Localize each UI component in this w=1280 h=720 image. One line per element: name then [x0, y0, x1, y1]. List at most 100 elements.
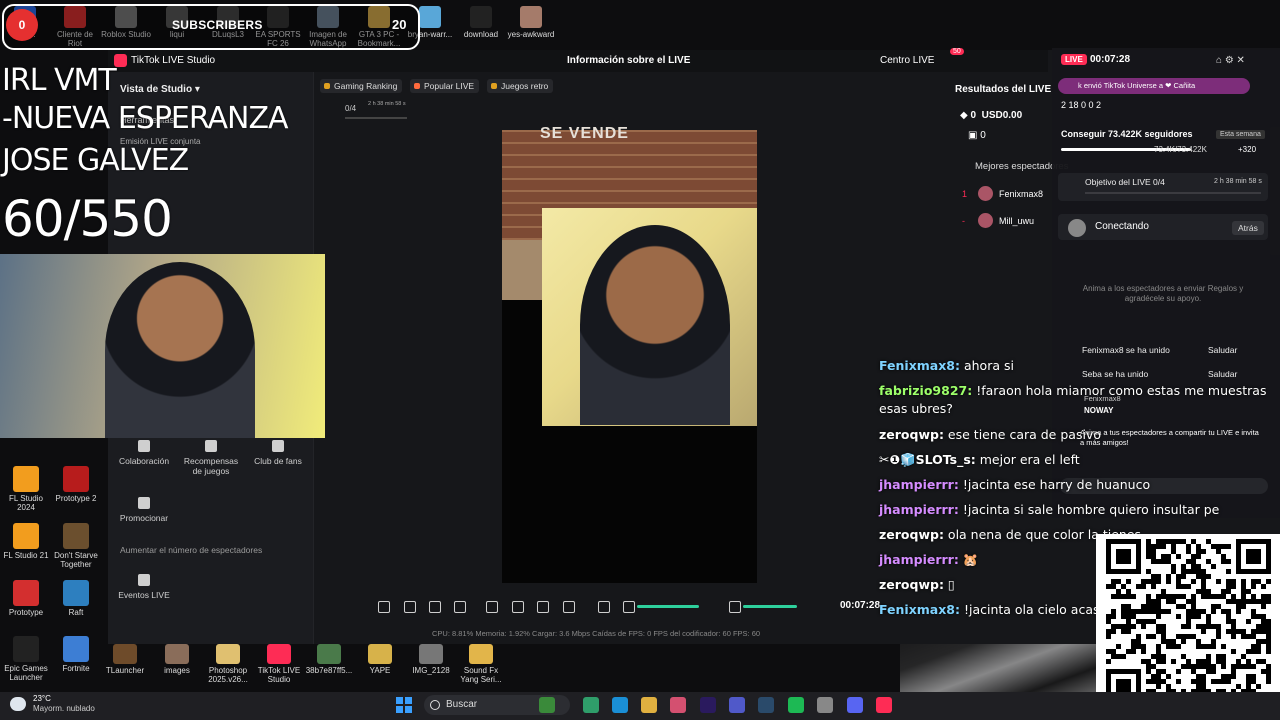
- gift-invite-text: Anima a los espectadores a enviar Regalo…: [1082, 284, 1244, 303]
- chat-username: jhampierrr:: [879, 477, 959, 492]
- desktop-icon[interactable]: Prototype 2: [50, 462, 102, 503]
- earnings: ◆ 0 USD0.00: [960, 110, 1022, 121]
- tab-1[interactable]: Popular LIVE: [410, 79, 480, 93]
- desktop-icon-label: Sound Fx Yang Seri...: [460, 666, 502, 684]
- tab-icon: [414, 83, 420, 89]
- goal-bar-small: [345, 117, 407, 119]
- viewer-name[interactable]: Fenixmax8: [999, 189, 1043, 199]
- performance-stats: CPU: 8.81% Memoria: 1.92% Cargar: 3.6 Mb…: [432, 629, 761, 638]
- gift-icon: ▣: [968, 130, 981, 141]
- noway-message: NOWAY: [1084, 406, 1114, 415]
- live-info-header[interactable]: Información sobre el LIVE: [567, 55, 690, 66]
- windows-start-icon[interactable]: [396, 697, 412, 713]
- tab-2[interactable]: Juegos retro: [487, 79, 554, 93]
- desktop-icon[interactable]: IMG_2128: [404, 640, 458, 675]
- zero-diamonds: 0: [970, 110, 977, 121]
- weather-desc[interactable]: Mayorm. nublado: [33, 704, 95, 713]
- desktop-icon[interactable]: Raft: [50, 576, 102, 617]
- control-icon[interactable]: [454, 601, 466, 613]
- weather-temp[interactable]: 23°C: [33, 694, 51, 703]
- app-icon: [63, 466, 89, 492]
- tool-label: Eventos LIVE: [118, 590, 170, 600]
- tool-colaboraci-n[interactable]: Colaboración: [114, 440, 174, 466]
- desktop-icon[interactable]: download: [456, 2, 506, 39]
- viewer-rank: -: [962, 216, 965, 226]
- tiktok-icon[interactable]: [876, 697, 892, 713]
- control-icon[interactable]: [404, 601, 416, 613]
- tool-club-de-fans[interactable]: Club de fans: [248, 440, 308, 466]
- chat-text: !jacinta ola cielo acaso: [959, 602, 1108, 617]
- desktop-icon[interactable]: FL Studio 21: [0, 519, 52, 560]
- app-icon[interactable]: [670, 697, 686, 713]
- app-icon: [13, 636, 39, 662]
- spotify-icon[interactable]: [788, 697, 804, 713]
- desktop-icon[interactable]: Sound Fx Yang Seri...: [454, 640, 508, 684]
- saludar-button[interactable]: Saludar: [1208, 369, 1237, 379]
- desktop-icon[interactable]: Photoshop 2025.v26...: [201, 640, 255, 684]
- desktop-icon[interactable]: YAPE: [353, 640, 407, 675]
- mic-volume-slider[interactable]: [743, 605, 797, 608]
- discord-icon[interactable]: [847, 697, 863, 713]
- tab-0[interactable]: Gaming Ranking: [320, 79, 403, 93]
- desktop-icon[interactable]: Epic Games Launcher: [0, 632, 52, 682]
- tool-promocionar[interactable]: Promocionar: [114, 497, 174, 523]
- app-icon: [63, 636, 89, 662]
- explorer-icon[interactable]: [641, 697, 657, 713]
- desktop-icon[interactable]: FL Studio 2024: [0, 462, 52, 512]
- tool-eventos-live[interactable]: Eventos LIVE: [114, 574, 174, 600]
- control-icon[interactable]: [537, 601, 549, 613]
- follower-gain: +320: [1238, 145, 1257, 154]
- share-invite-text: Anima a tus espectadores a compartir tu …: [1080, 428, 1259, 447]
- desktop-icon[interactable]: Prototype: [0, 576, 52, 617]
- edge-icon[interactable]: [612, 697, 628, 713]
- back-button[interactable]: Atrás: [1232, 221, 1264, 235]
- tool-icon: [205, 440, 217, 452]
- wall-sign-text: SE VENDE: [540, 125, 629, 142]
- usd-value: USD0.00: [981, 110, 1023, 121]
- control-icon[interactable]: [729, 601, 741, 613]
- saludar-button[interactable]: Saludar: [1208, 345, 1237, 355]
- goal-time-small: 2 h 38 min 58 s: [368, 101, 406, 107]
- studio-view-selector[interactable]: Vista de Studio ▾: [120, 84, 200, 95]
- teams-icon[interactable]: [729, 697, 745, 713]
- control-icon[interactable]: [563, 601, 575, 613]
- settings-icon[interactable]: [817, 697, 833, 713]
- desktop-icon-label: TikTok LIVE Studio: [257, 666, 301, 684]
- centro-live-link[interactable]: Centro LIVE: [880, 55, 934, 66]
- app-icon: [113, 644, 137, 664]
- desktop-icon[interactable]: 38b7e87ff5...: [302, 640, 356, 675]
- tool-icon: [138, 497, 150, 509]
- control-icon[interactable]: [429, 601, 441, 613]
- widgets-icon[interactable]: [539, 697, 555, 713]
- control-icon[interactable]: [486, 601, 498, 613]
- desktop-icon[interactable]: Fortnite: [50, 632, 102, 673]
- tool-recompensas-de-juegos[interactable]: Recompensas de juegos: [181, 440, 241, 476]
- desktop-icon[interactable]: TLauncher: [98, 640, 152, 675]
- copilot-icon[interactable]: [583, 697, 599, 713]
- chat-message: zeroqwp: ese tiene cara de pasivo: [879, 427, 1101, 442]
- subscriber-badge: 0: [6, 9, 38, 41]
- viewer-name[interactable]: Mill_uwu: [999, 216, 1034, 226]
- live-objective: Objetivo del LIVE 0/4: [1085, 177, 1165, 187]
- ae-icon[interactable]: [700, 697, 716, 713]
- chat-text: ahora si: [959, 358, 1014, 373]
- control-icon[interactable]: [598, 601, 610, 613]
- app-icon: [267, 644, 291, 664]
- chat-username: fabrizio9827:: [879, 383, 973, 398]
- app-icon: [13, 523, 39, 549]
- chat-message: jhampierrr: 🐹: [879, 552, 978, 568]
- desktop-icon[interactable]: yes-awkward: [506, 2, 556, 39]
- control-icon[interactable]: [378, 601, 390, 613]
- chat-text: ▯: [943, 577, 955, 592]
- control-icon[interactable]: [623, 601, 635, 613]
- vista-label: Vista de Studio: [120, 84, 193, 95]
- desktop-icon[interactable]: TikTok LIVE Studio: [252, 640, 306, 684]
- steam-icon[interactable]: [758, 697, 774, 713]
- desktop-icon[interactable]: Don't Starve Together: [50, 519, 102, 569]
- window-controls[interactable]: ⌂ ⚙ ✕: [1216, 55, 1245, 66]
- gift-count: ▣ 0: [968, 130, 986, 141]
- results-title: Resultados del LIVE: [955, 84, 1052, 95]
- desktop-icon[interactable]: images: [150, 640, 204, 675]
- control-icon[interactable]: [512, 601, 524, 613]
- desktop-volume-slider[interactable]: [637, 605, 699, 608]
